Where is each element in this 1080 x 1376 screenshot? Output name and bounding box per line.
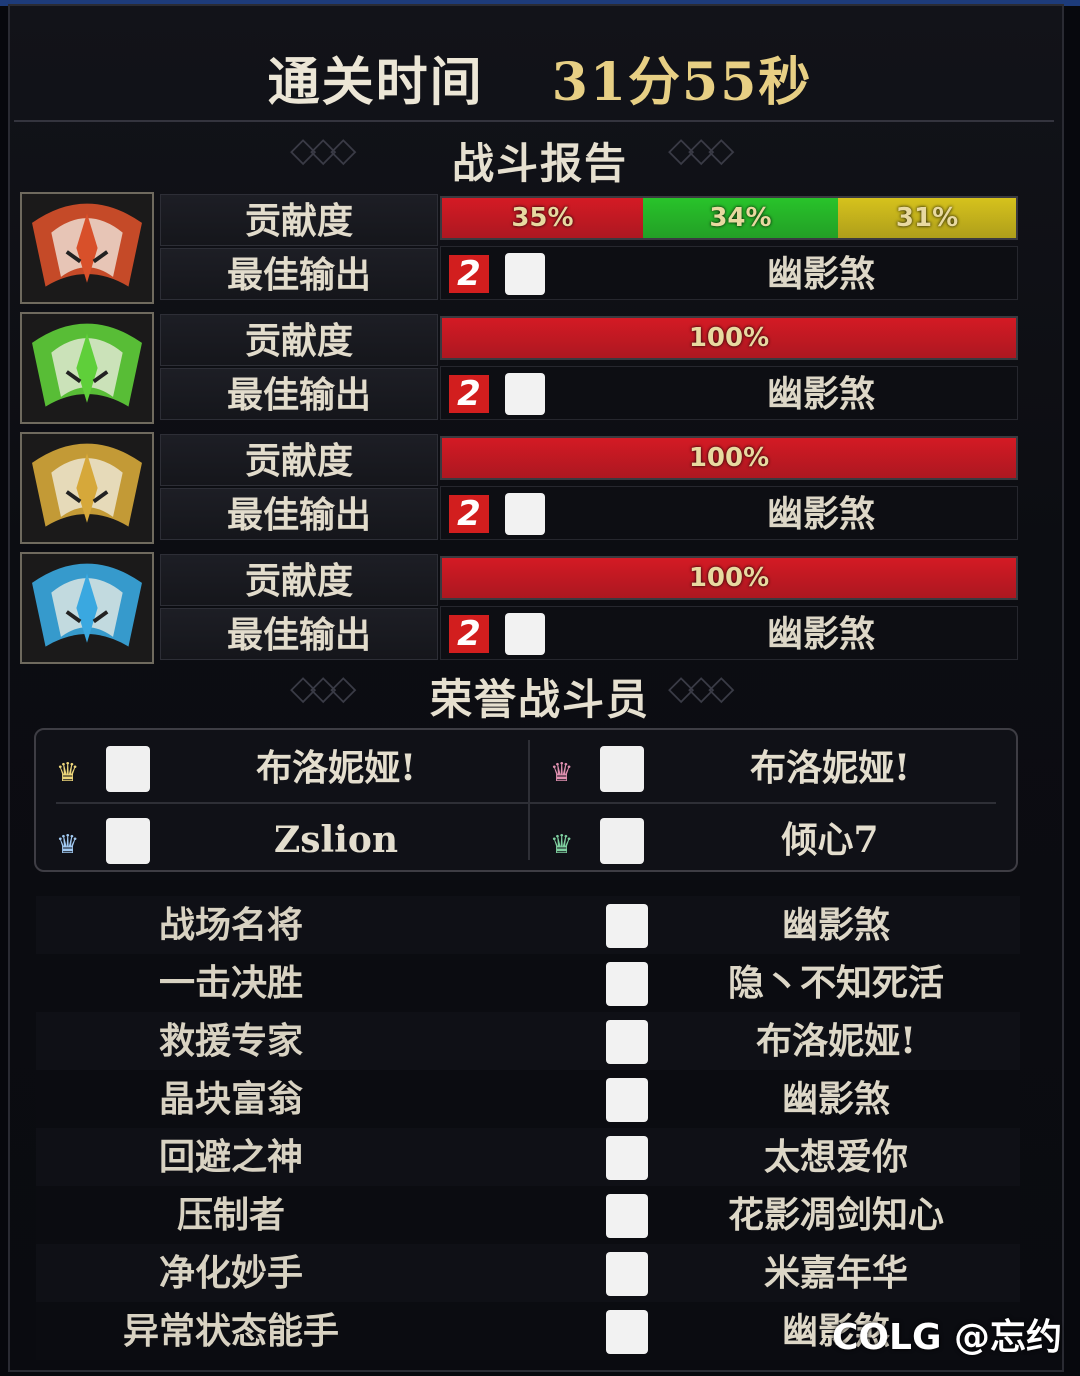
honor-member-name: 倾心7 <box>781 819 879 861</box>
best-output-row: 2 幽影煞 <box>440 606 1018 660</box>
award-title: 晶块富翁 <box>158 1078 303 1120</box>
contribution-label: 贡献度 <box>160 314 438 366</box>
best-output-label: 最佳输出 <box>160 488 438 540</box>
player-avatar <box>606 1310 648 1354</box>
contribution-segment: 35% <box>442 198 643 238</box>
contribution-bar: 100% <box>440 436 1018 480</box>
class-crest-icon <box>20 312 154 424</box>
best-output-player-name: 幽影煞 <box>766 373 875 415</box>
crown-icon: ♛ <box>56 758 80 788</box>
honor-member: ♛ 倾心7 <box>530 810 1010 870</box>
crown-icon: ♛ <box>550 758 574 788</box>
award-title: 救援专家 <box>158 1020 303 1062</box>
award-row: 救援专家 布洛妮娅! <box>36 1012 1020 1070</box>
award-player-name: 幽影煞 <box>781 1078 890 1120</box>
player-avatar <box>505 253 545 295</box>
best-output-player-name: 幽影煞 <box>766 613 875 655</box>
clear-time-header: 通关时间 31分55秒 <box>0 40 1080 115</box>
contribution-segment: 100% <box>442 558 1016 598</box>
divider <box>14 120 1054 122</box>
contribution-segment: 34% <box>642 198 839 238</box>
player-report-row: 贡献度 100% 最佳输出 2 幽影煞 <box>20 552 1022 664</box>
crown-icon: ♛ <box>550 830 574 860</box>
class-crest-icon <box>20 192 154 304</box>
honor-panel: ♛ 布洛妮娅! ♛ 布洛妮娅! ♛ Zslion ♛ 倾心7 <box>34 728 1018 872</box>
player-avatar <box>600 746 644 792</box>
award-title: 异常状态能手 <box>122 1310 339 1352</box>
clear-time-label: 通关时间 <box>267 52 484 113</box>
contribution-label: 贡献度 <box>160 434 438 486</box>
rank-badge: 2 <box>449 255 489 293</box>
contribution-segment: 100% <box>442 438 1016 478</box>
player-avatar <box>606 1194 648 1238</box>
award-player-name: 幽影煞 <box>781 904 890 946</box>
award-row: 一击决胜 隐丶不知死活 <box>36 954 1020 1012</box>
player-avatar <box>505 613 545 655</box>
honor-member: ♛ Zslion <box>36 810 516 870</box>
ornament-right: ◇◇◇ <box>668 130 734 170</box>
contribution-label: 贡献度 <box>160 554 438 606</box>
class-crest-icon <box>20 552 154 664</box>
player-report-row: 贡献度 100% 最佳输出 2 幽影煞 <box>20 312 1022 424</box>
award-title: 净化妙手 <box>158 1252 303 1294</box>
player-avatar <box>606 1020 648 1064</box>
player-avatar <box>606 962 648 1006</box>
award-player-name: 米嘉年华 <box>763 1252 908 1294</box>
contribution-segment: 31% <box>838 198 1016 238</box>
award-title: 回避之神 <box>158 1136 303 1178</box>
player-report-row: 贡献度 100% 最佳输出 2 幽影煞 <box>20 432 1022 544</box>
player-avatar <box>600 818 644 864</box>
player-avatar <box>106 746 150 792</box>
honor-member: ♛ 布洛妮娅! <box>36 738 516 798</box>
rank-badge: 2 <box>449 375 489 413</box>
best-output-label: 最佳输出 <box>160 608 438 660</box>
award-row: 回避之神 太想爱你 <box>36 1128 1020 1186</box>
honor-divider-horizontal <box>56 802 996 804</box>
rank-badge: 2 <box>449 495 489 533</box>
player-avatar <box>606 1078 648 1122</box>
contribution-segment: 100% <box>442 318 1016 358</box>
award-row: 战场名将 幽影煞 <box>36 896 1020 954</box>
rank-badge: 2 <box>449 615 489 653</box>
award-row: 净化妙手 米嘉年华 <box>36 1244 1020 1302</box>
best-output-row: 2 幽影煞 <box>440 366 1018 420</box>
watermark: COLG @忘约 <box>832 1317 1063 1358</box>
honor-member-name: 布洛妮娅! <box>256 747 416 789</box>
player-avatar <box>505 493 545 535</box>
award-row: 压制者 花影凋剑知心 <box>36 1186 1020 1244</box>
contribution-bar: 100% <box>440 556 1018 600</box>
class-crest-icon <box>20 432 154 544</box>
crown-icon: ♛ <box>56 830 80 860</box>
player-report-row: 贡献度 35% 34% 31% 最佳输出 2 幽影煞 <box>20 192 1022 304</box>
award-player-name: 太想爱你 <box>763 1136 908 1178</box>
honor-title: 荣誉战斗员 <box>429 675 650 724</box>
player-avatar <box>606 1252 648 1296</box>
ornament-right: ◇◇◇ <box>668 668 734 708</box>
player-avatar <box>606 1136 648 1180</box>
clear-time-value: 31分55秒 <box>551 52 813 113</box>
award-row: 晶块富翁 幽影煞 <box>36 1070 1020 1128</box>
award-player-name: 隐丶不知死活 <box>727 962 944 1004</box>
honor-member-name: 布洛妮娅! <box>750 747 910 789</box>
best-output-label: 最佳输出 <box>160 248 438 300</box>
player-avatar <box>106 818 150 864</box>
award-title: 战场名将 <box>158 904 303 946</box>
award-player-name: 布洛妮娅! <box>756 1020 916 1062</box>
player-avatar <box>505 373 545 415</box>
honor-member: ♛ 布洛妮娅! <box>530 738 1010 798</box>
battle-report-title: 战斗报告 <box>451 139 628 188</box>
honor-member-name: Zslion <box>273 819 399 861</box>
contribution-bar: 100% <box>440 316 1018 360</box>
award-title: 一击决胜 <box>158 962 303 1004</box>
best-output-player-name: 幽影煞 <box>766 493 875 535</box>
best-output-player-name: 幽影煞 <box>766 253 875 295</box>
contribution-bar: 35% 34% 31% <box>440 196 1018 240</box>
player-avatar <box>606 904 648 948</box>
best-output-row: 2 幽影煞 <box>440 246 1018 300</box>
best-output-label: 最佳输出 <box>160 368 438 420</box>
award-player-name: 花影凋剑知心 <box>727 1194 944 1236</box>
contribution-label: 贡献度 <box>160 194 438 246</box>
award-title: 压制者 <box>176 1194 285 1236</box>
best-output-row: 2 幽影煞 <box>440 486 1018 540</box>
